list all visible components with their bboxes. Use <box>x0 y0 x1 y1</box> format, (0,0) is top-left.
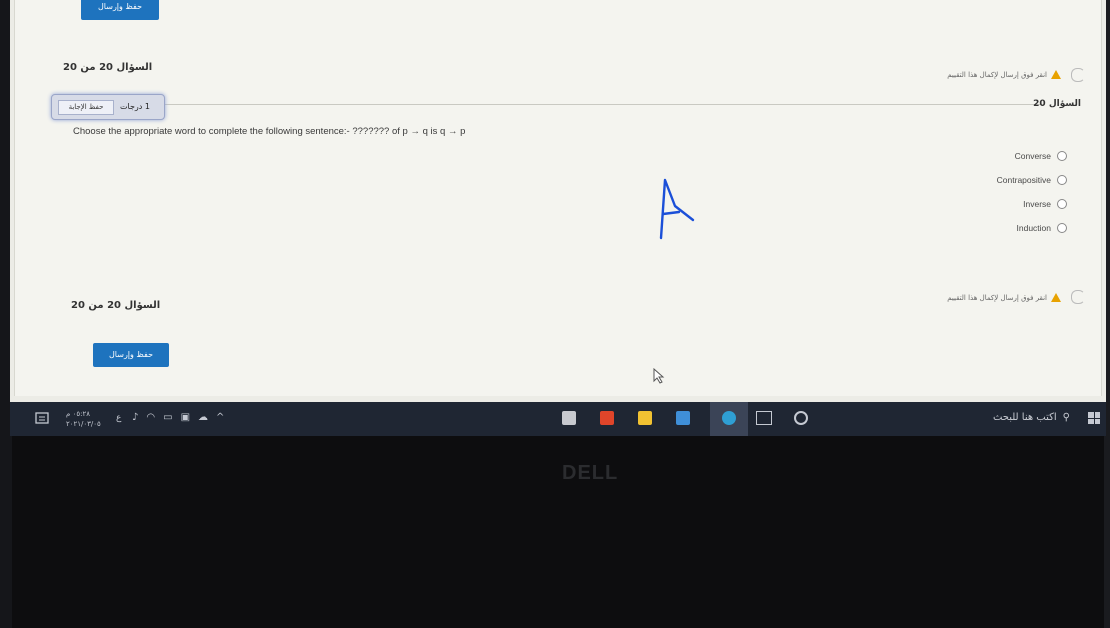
option-radio[interactable] <box>1057 199 1067 209</box>
taskbar-search[interactable]: اكتب هنا للبحث ⚲ <box>993 412 1070 423</box>
meet-icon[interactable]: ▣ <box>181 412 190 423</box>
warning-bottom: انقر فوق إرسال لإكمال هذا التقييم <box>947 293 1061 302</box>
clock-time: ٠٥:٢٨ م <box>66 410 90 418</box>
flag-icon[interactable] <box>1071 68 1085 82</box>
wifi-icon[interactable]: ◠ <box>146 412 155 423</box>
edge-active-tab[interactable] <box>710 402 748 436</box>
chevron-up-icon[interactable]: ^ <box>216 412 224 423</box>
warning-text-top: انقر فوق إرسال لإكمال هذا التقييم <box>947 70 1047 79</box>
option-inverse[interactable]: Inverse <box>1023 199 1067 209</box>
question-controls: حفظ الإجابة 1 درجات <box>51 94 165 120</box>
option-label: Converse <box>1014 151 1051 161</box>
file-explorer-icon[interactable] <box>638 411 652 425</box>
question-counter-top: السؤال 20 من 20 <box>63 62 153 73</box>
mouse-cursor-icon <box>653 368 665 384</box>
flag-icon[interactable] <box>1071 290 1085 304</box>
quiz-page: حفظ وإرسال السؤال 20 من 20 انقر فوق إرسا… <box>14 0 1102 396</box>
notification-icon[interactable] <box>34 411 50 427</box>
option-contrapositive[interactable]: Contrapositive <box>997 175 1067 185</box>
dell-logo: DELL <box>562 462 619 484</box>
option-induction[interactable]: Induction <box>1016 223 1067 233</box>
clock-date: ٢٠٢١/٠٣/٠٥ <box>66 420 101 428</box>
warning-icon <box>1051 70 1061 79</box>
option-converse[interactable]: Converse <box>1015 151 1067 161</box>
search-icon: ⚲ <box>1062 412 1070 423</box>
warning-top: انقر فوق إرسال لإكمال هذا التقييم <box>947 70 1061 79</box>
divider <box>155 104 1045 105</box>
battery-icon[interactable]: ▭ <box>163 412 172 423</box>
warning-icon <box>1051 293 1061 302</box>
clock[interactable]: ٠٥:٢٨ م ٢٠٢١/٠٣/٠٥ <box>66 409 101 429</box>
office-icon[interactable] <box>600 411 614 425</box>
save-submit-button-top[interactable]: حفظ وإرسال <box>81 0 159 20</box>
cloud-icon[interactable]: ☁ <box>198 412 208 423</box>
task-view-icon[interactable] <box>756 411 772 425</box>
cortana-icon[interactable] <box>794 411 808 425</box>
save-submit-button-bottom[interactable]: حفظ وإرسال <box>93 343 169 367</box>
save-answer-button[interactable]: حفظ الإجابة <box>58 100 114 115</box>
store-icon[interactable] <box>562 411 576 425</box>
option-radio[interactable] <box>1057 151 1067 161</box>
windows-start-icon[interactable] <box>1088 412 1100 424</box>
edge-icon <box>722 411 736 425</box>
option-label: Inverse <box>1023 199 1051 209</box>
option-label: Induction <box>1016 223 1052 233</box>
search-placeholder: اكتب هنا للبحث <box>992 412 1057 423</box>
speaker-icon[interactable]: ♪ <box>132 412 138 423</box>
question-text: Choose the appropriate word to complete … <box>73 126 466 137</box>
question-counter-bottom: السؤال 20 من 20 <box>71 300 161 311</box>
language-indicator[interactable]: ع <box>116 413 121 423</box>
mail-icon[interactable] <box>676 411 690 425</box>
option-radio[interactable] <box>1057 223 1067 233</box>
warning-text-bottom: انقر فوق إرسال لإكمال هذا التقييم <box>947 293 1047 302</box>
option-label: Contrapositive <box>996 175 1051 185</box>
screen: حفظ وإرسال السؤال 20 من 20 انقر فوق إرسا… <box>10 0 1106 402</box>
question-number-label: السؤال 20 <box>1033 99 1081 109</box>
option-radio[interactable] <box>1057 175 1067 185</box>
handwritten-a-annotation <box>659 178 695 240</box>
taskbar: ٠٥:٢٨ م ٢٠٢١/٠٣/٠٥ ع ♪ ◠ ▭ ▣ ☁ ^ اكتب هن… <box>10 402 1106 436</box>
grade-label: 1 درجات <box>120 102 150 111</box>
